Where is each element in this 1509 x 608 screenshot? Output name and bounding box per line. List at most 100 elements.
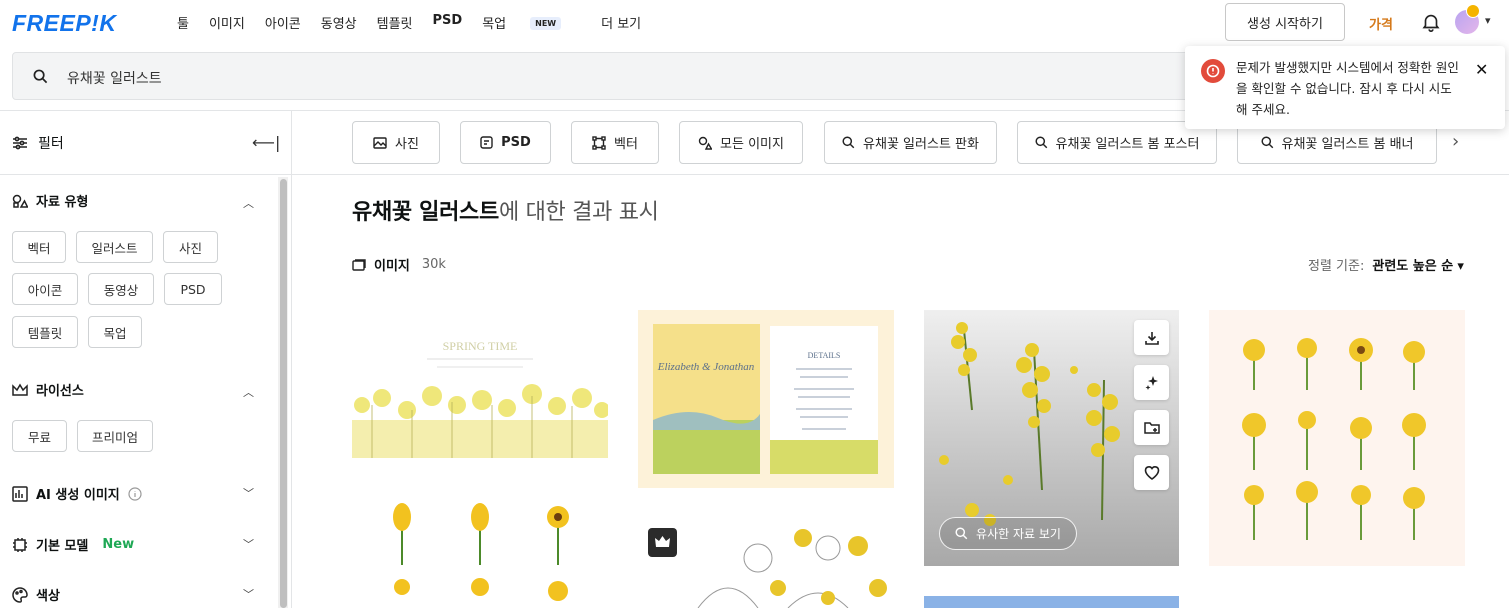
like-button[interactable] (1134, 455, 1169, 490)
chip-icon[interactable]: 아이콘 (12, 273, 78, 305)
spring-illustration: SPRING TIME (352, 339, 608, 458)
premium-crown-icon (1466, 4, 1480, 18)
crown-icon (12, 383, 28, 396)
info-icon[interactable] (128, 486, 142, 501)
chip-photo[interactable]: 사진 (163, 231, 218, 263)
main-nav: 툴 이미지 아이콘 동영상 템플릿 PSD 목업 NEW 더 보기 (177, 13, 661, 32)
pricing-link[interactable]: 가격 (1369, 14, 1393, 33)
bell-icon[interactable] (1420, 11, 1442, 33)
chevron-down-icon[interactable]: ﹀ (243, 485, 254, 501)
chip-video[interactable]: 동영상 (88, 273, 154, 305)
quick-filter-label: 벡터 (614, 137, 638, 152)
search-icon (1260, 136, 1273, 149)
result-card-invitation[interactable]: Elizabeth & Jonathan DETAILS (638, 310, 894, 488)
nav-templates[interactable]: 템플릿 (377, 13, 413, 32)
search-icon (955, 527, 968, 540)
chevron-right-icon[interactable]: › (1452, 131, 1459, 152)
caret-down-icon: ▾ (1457, 259, 1464, 274)
result-card-spring[interactable]: SPRING TIME (352, 310, 608, 490)
quick-filter-label: 유채꽃 일러스트 판화 (863, 137, 979, 152)
new-tag: New (102, 537, 135, 552)
chip-illustration[interactable]: 일러스트 (76, 231, 153, 263)
search-icon[interactable] (33, 69, 48, 84)
filter-header: 필터 (12, 133, 64, 153)
ai-edit-button[interactable] (1134, 365, 1169, 400)
result-card-flower-set[interactable] (1209, 310, 1465, 566)
result-query: 유채꽃 일러스트 (352, 200, 499, 225)
chip-free[interactable]: 무료 (12, 420, 67, 452)
chip-psd[interactable]: PSD (164, 273, 222, 305)
close-icon[interactable]: ✕ (1475, 60, 1488, 79)
quick-filter-label: 유채꽃 일러스트 봄 배너 (1281, 137, 1414, 152)
chip-model-icon (13, 537, 27, 552)
nav-images[interactable]: 이미지 (209, 13, 245, 32)
nav-icons[interactable]: 아이콘 (265, 13, 301, 32)
psd-icon (480, 136, 493, 149)
result-suffix: 에 대한 결과 표시 (498, 200, 659, 225)
chip-vector[interactable]: 벡터 (12, 231, 66, 263)
photo-icon (373, 136, 387, 149)
spring-title: SPRING TIME (443, 339, 518, 353)
collapse-sidebar-icon[interactable]: ⟵| (252, 133, 280, 152)
view-similar-button[interactable]: 유사한 자료 보기 (939, 517, 1077, 550)
nav-mockups[interactable]: 목업 NEW (482, 13, 581, 32)
download-icon (1144, 331, 1159, 345)
nav-more[interactable]: 더 보기 (601, 13, 641, 32)
add-to-collection-button[interactable] (1134, 410, 1169, 445)
result-type-count: 이미지 30k (352, 255, 446, 274)
freepik-logo[interactable]: FREEP!K (12, 10, 116, 37)
nav-tools[interactable]: 툴 (177, 13, 189, 32)
sort-value: 관련도 높은 순 (1372, 259, 1454, 274)
quick-filter-search-1[interactable]: 유채꽃 일러스트 판화 (824, 121, 997, 164)
chevron-down-icon[interactable]: ﹀ (243, 536, 254, 552)
sidebar-scrollbar-thumb[interactable] (280, 179, 287, 608)
section-asset-type[interactable]: 자료 유형 (12, 191, 88, 210)
result-card-tulips[interactable] (352, 495, 608, 608)
quick-filter-label: PSD (501, 135, 531, 150)
toast-message: 문제가 발생했지만 시스템에서 정확한 원인을 확인할 수 없습니다. 잠시 후… (1236, 60, 1459, 117)
chip-template[interactable]: 템플릿 (12, 316, 78, 348)
chip-mockup[interactable]: 목업 (88, 316, 142, 348)
section-title: AI 생성 이미지 (36, 488, 120, 503)
quick-filter-all-images[interactable]: 모든 이미지 (679, 121, 803, 164)
download-button[interactable] (1134, 320, 1169, 355)
section-title: 라이선스 (36, 384, 84, 399)
new-badge: NEW (530, 17, 562, 30)
section-color[interactable]: 색상 (12, 585, 60, 604)
result-card-blue[interactable] (924, 596, 1179, 608)
quick-filter-psd[interactable]: PSD (460, 121, 551, 164)
invitation-illustration: Elizabeth & Jonathan DETAILS (653, 324, 878, 474)
sort-label: 정렬 기준: (1308, 259, 1365, 274)
section-base-model[interactable]: 기본 모델 New (12, 535, 134, 554)
section-ai-images[interactable]: AI 생성 이미지 (12, 484, 142, 503)
quick-filter-photo[interactable]: 사진 (352, 121, 440, 164)
chevron-up-icon[interactable]: ︿ (243, 384, 254, 400)
section-license[interactable]: 라이선스 (12, 380, 84, 399)
chevron-down-icon[interactable]: ﹀ (243, 586, 254, 602)
nav-psd[interactable]: PSD (433, 13, 463, 32)
result-card-lineart[interactable] (638, 518, 894, 608)
palette-icon (12, 586, 28, 603)
nav-videos[interactable]: 동영상 (321, 13, 357, 32)
filters-divider (292, 174, 1509, 175)
filter-sidebar: 필터 ⟵| 자료 유형 ︿ 벡터 일러스트 사진 아이콘 동영상 PSD 템플릿… (0, 111, 292, 608)
chevron-up-icon[interactable]: ︿ (243, 195, 254, 211)
sliders-icon (13, 136, 27, 150)
images-icon (352, 258, 366, 271)
start-generating-button[interactable]: 생성 시작하기 (1225, 3, 1345, 41)
filter-title: 필터 (38, 136, 64, 152)
quick-filter-vector[interactable]: 벡터 (571, 121, 659, 164)
result-type-label: 이미지 (374, 259, 410, 274)
section-title: 자료 유형 (36, 195, 89, 210)
tulips-illustration (393, 503, 569, 601)
chip-premium[interactable]: 프리미엄 (77, 420, 153, 452)
asset-type-icon (12, 194, 28, 208)
search-input[interactable]: 유채꽃 일러스트 (67, 68, 162, 88)
top-bar: FREEP!K 툴 이미지 아이콘 동영상 템플릿 PSD 목업 NEW 더 보기… (0, 0, 1509, 44)
chevron-down-icon[interactable]: ▾ (1485, 14, 1491, 27)
error-icon (1201, 59, 1225, 83)
vector-icon (592, 135, 606, 150)
sort-dropdown[interactable]: 정렬 기준: 관련도 높은 순 ▾ (1308, 255, 1464, 274)
search-icon (1035, 136, 1047, 149)
quick-filter-label: 유채꽃 일러스트 봄 포스터 (1055, 137, 1200, 152)
